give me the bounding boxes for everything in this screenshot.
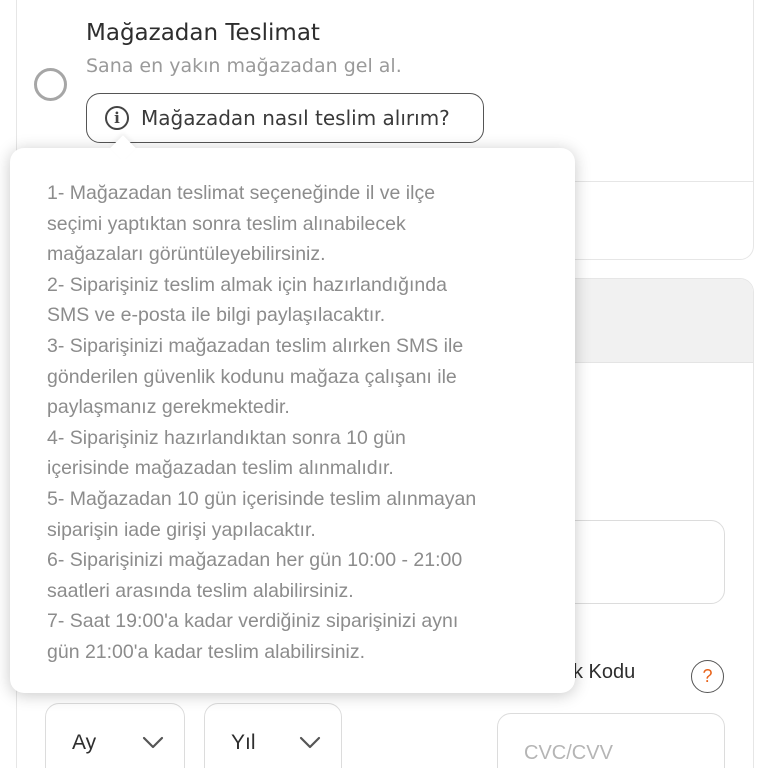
tooltip-line: siparişin iade girişi yapılacaktır. [47, 518, 316, 541]
delivery-option-title: Mağazadan Teslimat [86, 20, 320, 46]
chevron-down-icon [142, 736, 164, 749]
store-delivery-radio[interactable] [34, 68, 67, 101]
info-icon: i [105, 106, 129, 130]
security-code-help-button[interactable]: ? [691, 660, 724, 693]
tooltip-line: gün 21:00'a kadar teslim alabilirsiniz. [47, 640, 366, 663]
question-icon: ? [702, 666, 713, 686]
tooltip-line: 1- Mağazadan teslimat seçeneğinde il ve … [47, 182, 436, 204]
tooltip-line: 2- Siparişiniz teslim almak için hazırla… [47, 273, 447, 296]
tooltip-line: SMS ve e-posta ile bilgi paylaşılacaktır… [47, 304, 386, 327]
tooltip-line: paylaşmanız gerekmektedir. [47, 396, 290, 419]
tooltip-line: 6- Siparişinizi mağazadan her gün 10:00 … [47, 549, 463, 572]
tooltip-line: mağazaları görüntüleyebilirsiniz. [47, 243, 326, 266]
tooltip-line: 4- Siparişiniz hazırlandıktan sonra 10 g… [47, 426, 406, 449]
how-to-pickup-button[interactable]: i Mağazadan nasıl teslim alırım? [86, 93, 484, 143]
expiry-year-select[interactable]: Yıl [204, 703, 342, 768]
security-code-label: k Kodu [573, 661, 636, 683]
expiry-year-value: Yıl [231, 731, 256, 754]
how-to-pickup-label: Mağazadan nasıl teslim alırım? [141, 106, 450, 130]
cvc-input[interactable] [497, 713, 725, 768]
expiry-month-value: Ay [72, 731, 97, 754]
tooltip-line: 3- Siparişinizi mağazadan teslim alırken… [47, 334, 464, 357]
expiry-month-select[interactable]: Ay [45, 703, 185, 768]
tooltip-line: seçimi yaptıktan sonra teslim alınabilec… [47, 212, 406, 235]
tooltip-line: içerisinde mağazadan teslim alınmalıdır. [47, 457, 394, 480]
delivery-option-subtitle: Sana en yakın mağazadan gel al. [86, 55, 402, 77]
chevron-down-icon [299, 736, 321, 749]
tooltip-line: gönderilen güvenlik kodunu mağaza çalışa… [47, 365, 457, 388]
tooltip-line: saatleri arasında teslim alabilirsiniz. [47, 579, 354, 602]
tooltip-line: 7- Saat 19:00'a kadar verdiğiniz sipariş… [47, 610, 459, 633]
tooltip-text: 1- Mağazadan teslimat seçeneğinde il ve … [47, 178, 537, 668]
pickup-info-tooltip: 1- Mağazadan teslimat seçeneğinde il ve … [10, 148, 575, 693]
tooltip-line: 5- Mağazadan 10 gün içerisinde teslim al… [47, 487, 477, 510]
